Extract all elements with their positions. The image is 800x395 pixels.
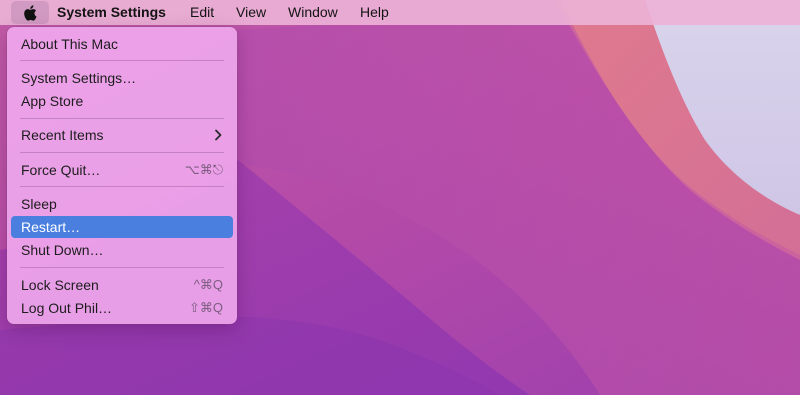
- menubar-help[interactable]: Help: [360, 0, 389, 25]
- menu-separator: [20, 267, 224, 268]
- menu-item-shut-down[interactable]: Shut Down…: [11, 239, 233, 261]
- menubar-window[interactable]: Window: [288, 0, 338, 25]
- menu-item-label: Sleep: [21, 196, 57, 212]
- menubar-view[interactable]: View: [236, 0, 266, 25]
- menu-item-sleep[interactable]: Sleep: [11, 193, 233, 215]
- menu-item-about-this-mac[interactable]: About This Mac: [11, 33, 233, 55]
- menu-separator: [20, 60, 224, 61]
- menubar-edit[interactable]: Edit: [190, 0, 214, 25]
- menu-item-label: Log Out Phil…: [21, 300, 113, 316]
- menu-separator: [20, 152, 224, 153]
- menu-item-shortcut: ^⌘Q: [193, 277, 223, 292]
- apple-menu-button[interactable]: [11, 1, 49, 24]
- menu-item-label: System Settings…: [21, 70, 137, 86]
- apple-logo-icon: [24, 4, 37, 21]
- menu-item-shortcut: ⇧⌘Q: [188, 300, 223, 315]
- menu-item-shortcut: ⌥⌘⎋: [184, 162, 223, 177]
- menu-item-label: Lock Screen: [21, 277, 99, 293]
- menu-separator: [20, 118, 224, 119]
- menu-item-label: About This Mac: [21, 36, 119, 52]
- menu-bar: System Settings Edit View Window Help: [0, 0, 800, 25]
- menu-item-label: App Store: [21, 93, 84, 109]
- menu-item-recent-items[interactable]: Recent Items: [11, 124, 233, 146]
- menu-item-app-store[interactable]: App Store: [11, 90, 233, 112]
- menu-item-label: Force Quit…: [21, 162, 101, 178]
- menu-item-lock-screen[interactable]: Lock Screen ^⌘Q: [11, 274, 233, 296]
- menu-item-label: Recent Items: [21, 127, 104, 143]
- apple-menu: About This Mac System Settings… App Stor…: [7, 27, 237, 324]
- menu-item-label: Shut Down…: [21, 242, 104, 258]
- menu-item-log-out[interactable]: Log Out Phil… ⇧⌘Q: [11, 297, 233, 319]
- menu-item-label: Restart…: [21, 219, 81, 235]
- menu-item-restart[interactable]: Restart…: [11, 216, 233, 238]
- chevron-right-icon: [215, 129, 222, 141]
- menubar-app-name[interactable]: System Settings: [57, 0, 166, 25]
- menu-item-force-quit[interactable]: Force Quit… ⌥⌘⎋: [11, 159, 233, 181]
- menu-separator: [20, 186, 224, 187]
- desktop: System Settings Edit View Window Help Ab…: [0, 0, 800, 395]
- menu-item-system-settings[interactable]: System Settings…: [11, 67, 233, 89]
